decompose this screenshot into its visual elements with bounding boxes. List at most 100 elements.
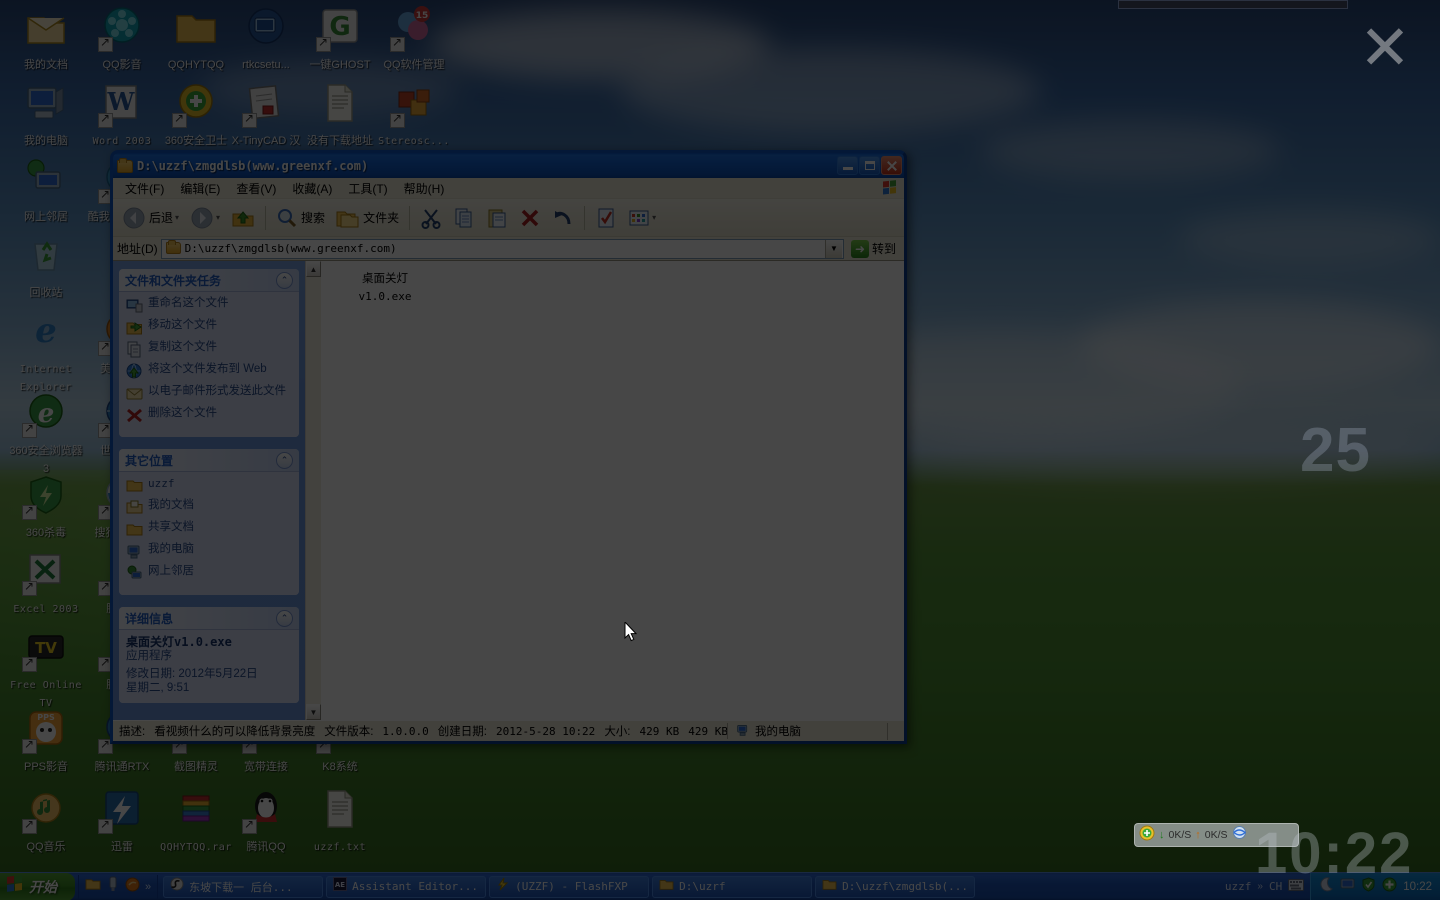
desktop-icon[interactable]: TV Free Online TV — [8, 624, 84, 711]
window-titlebar[interactable]: D:\uzzf\zmgdlsb(www.greenxf.com) — [113, 153, 904, 178]
chevron-down-icon[interactable]: ▾ — [652, 213, 656, 222]
close-button[interactable] — [881, 156, 902, 175]
address-combobox[interactable]: D:\uzzf\zmgdlsb(www.greenxf.com) ▼ — [160, 238, 844, 259]
desktop-icon[interactable]: 腾讯QQ — [228, 786, 304, 855]
paste-button[interactable] — [481, 202, 513, 234]
window-title: D:\uzzf\zmgdlsb(www.greenxf.com) — [137, 158, 369, 173]
undo-button[interactable] — [547, 202, 579, 234]
desktop-icon[interactable]: 网上邻居 — [8, 156, 84, 225]
scroll-up-button[interactable]: ▲ — [306, 261, 321, 277]
properties-button[interactable] — [590, 202, 622, 234]
desktop-icon[interactable]: QQHYTQQ.rar — [158, 786, 234, 855]
forward-button[interactable]: ▾ — [185, 202, 225, 234]
desktop-icon[interactable]: rtkcsetu... — [228, 4, 304, 73]
folders-button[interactable]: 文件夹 — [331, 202, 404, 234]
firefox-icon[interactable] — [125, 877, 140, 897]
txt-icon — [316, 80, 364, 128]
360av-icon — [22, 472, 70, 520]
place-network-places[interactable]: 网上邻居 — [126, 565, 292, 582]
address-bar[interactable]: 地址(D) D:\uzzf\zmgdlsb(www.greenxf.com) ▼… — [113, 237, 904, 261]
quick-launch-bar[interactable]: » — [78, 874, 159, 899]
search-button[interactable]: 搜索 — [271, 202, 330, 234]
place-my-computer[interactable]: 我的电脑 — [126, 543, 292, 560]
up-button[interactable] — [226, 202, 260, 234]
start-button[interactable]: 开始 — [0, 872, 75, 900]
scrollbar-track[interactable] — [306, 277, 321, 704]
place-label: 我的电脑 — [148, 543, 194, 555]
toolbar[interactable]: 后退 ▾ ▾ 搜索 文件夹 ▾ — [113, 199, 904, 237]
desktop-icon[interactable]: uzzf.txt — [302, 786, 378, 855]
menu-file[interactable]: 文件(F) — [117, 178, 172, 199]
file-list[interactable]: 桌面关灯 v1.0.exe — [321, 261, 904, 720]
desktop-icon[interactable]: QQ音乐 — [8, 786, 84, 855]
menu-tools[interactable]: 工具(T) — [340, 178, 395, 199]
menu-favorites[interactable]: 收藏(A) — [284, 178, 340, 199]
folder-icon[interactable] — [85, 877, 101, 896]
chevron-double-right-icon[interactable]: » — [145, 881, 151, 893]
minimize-button[interactable] — [837, 156, 858, 175]
copy-button[interactable] — [448, 202, 480, 234]
task-move-file[interactable]: 移动这个文件 — [126, 319, 292, 336]
taskbar-button[interactable]: (UZZF) - FlashFXP — [489, 875, 650, 898]
close-dim-button[interactable]: ✕ — [1355, 17, 1415, 80]
desktop-icon[interactable]: W Word 2003 — [84, 80, 160, 149]
desktop-icon[interactable]: G 一键GHOST — [302, 4, 378, 73]
excel-icon — [22, 548, 70, 596]
panel-header[interactable]: 详细信息 ⌃ — [119, 607, 299, 630]
panel-header[interactable]: 其它位置 ⌃ — [119, 449, 299, 472]
desktop-icon[interactable]: e Internet Explorer — [8, 308, 84, 395]
chevron-up-icon[interactable]: ⌃ — [276, 609, 293, 627]
desktop-icon[interactable]: PPS PPS影音 — [8, 706, 84, 775]
task-email-file[interactable]: 以电子邮件形式发送此文件 — [126, 385, 292, 402]
taskbar-button-label: D:\uzrf — [679, 880, 726, 893]
desktop-icon[interactable]: Excel 2003 — [8, 548, 84, 617]
desktop-icon[interactable]: QQ影音 — [84, 4, 160, 73]
menu-view[interactable]: 查看(V) — [228, 178, 284, 199]
browser-icon[interactable] — [1232, 825, 1247, 845]
desktop-icon[interactable]: QQHYTQQ — [158, 4, 234, 73]
desktop-icon[interactable]: e 360安全浏览器 3 — [8, 390, 84, 477]
folder-icon — [165, 240, 181, 255]
menu-edit[interactable]: 编辑(E) — [172, 178, 228, 199]
media-icon[interactable] — [106, 876, 120, 897]
taskbar[interactable]: 开始 » 东坡下载一 后台... AE Assistant Editor... (UZ… — [0, 872, 1440, 900]
taskbar-button[interactable]: D:\uzzf\zmgdlsb(... — [815, 875, 976, 898]
task-copy-file[interactable]: 复制这个文件 — [126, 341, 292, 358]
views-button[interactable]: ▾ — [623, 202, 661, 234]
panel-header[interactable]: 文件和文件夹任务 ⌃ — [119, 269, 299, 292]
desktop-icon[interactable]: 我的文档 — [8, 4, 84, 73]
desktop-icon[interactable]: 360安全卫士 — [158, 80, 234, 149]
place-uzzf[interactable]: uzzf — [126, 477, 292, 494]
desktop-icon[interactable]: 360杀毒 — [8, 472, 84, 541]
desktop-icon[interactable]: 15 QQ软件管理 — [376, 4, 452, 73]
maximize-button[interactable] — [859, 156, 880, 175]
cut-button[interactable] — [415, 202, 447, 234]
desktop-icon[interactable]: 我的电脑 — [8, 80, 84, 149]
task-rename-file[interactable]: 重命名这个文件 — [126, 297, 292, 314]
desktop-icon[interactable]: 迅雷 — [84, 786, 160, 855]
chevron-up-icon[interactable]: ⌃ — [276, 451, 293, 469]
desktop[interactable]: 我的文档 QQ影音 QQHYTQQ rtkcsetu... G 一键GHOST 15 QQ软件… — [0, 0, 1440, 900]
file-name-line1: 桌面关灯 — [362, 273, 408, 285]
scroll-down-button[interactable]: ▼ — [306, 704, 321, 720]
taskbar-button[interactable]: 东坡下载一 后台... — [163, 875, 324, 898]
explorer-window[interactable]: D:\uzzf\zmgdlsb(www.greenxf.com) 文件(F) 编… — [110, 150, 907, 744]
task-publish-to-web[interactable]: 将这个文件发布到 Web — [126, 363, 292, 380]
go-button[interactable]: ➜ 转到 — [847, 239, 900, 258]
delete-button[interactable] — [514, 202, 546, 234]
chevron-down-icon[interactable]: ▼ — [824, 239, 842, 258]
place-shared-documents[interactable]: 共享文档 — [126, 521, 292, 538]
taskbar-button[interactable]: D:\uzrf — [652, 875, 813, 898]
desktop-icon[interactable]: 回收站 — [8, 232, 84, 301]
chevron-up-icon[interactable]: ⌃ — [276, 271, 293, 289]
taskbar-button[interactable]: AE Assistant Editor... — [326, 875, 487, 898]
chevron-down-icon[interactable]: ▾ — [216, 213, 220, 222]
place-my-documents[interactable]: 我的文档 — [126, 499, 292, 516]
menu-bar[interactable]: 文件(F) 编辑(E) 查看(V) 收藏(A) 工具(T) 帮助(H) — [113, 178, 904, 199]
menu-help[interactable]: 帮助(H) — [396, 178, 453, 199]
back-button[interactable]: 后退 ▾ — [117, 202, 184, 234]
task-pane-scrollbar[interactable]: ▲ ▼ — [305, 261, 321, 720]
chevron-down-icon[interactable]: ▾ — [175, 213, 179, 222]
file-item[interactable]: 桌面关灯 v1.0.exe — [339, 269, 431, 305]
task-delete-file[interactable]: 删除这个文件 — [126, 407, 292, 424]
